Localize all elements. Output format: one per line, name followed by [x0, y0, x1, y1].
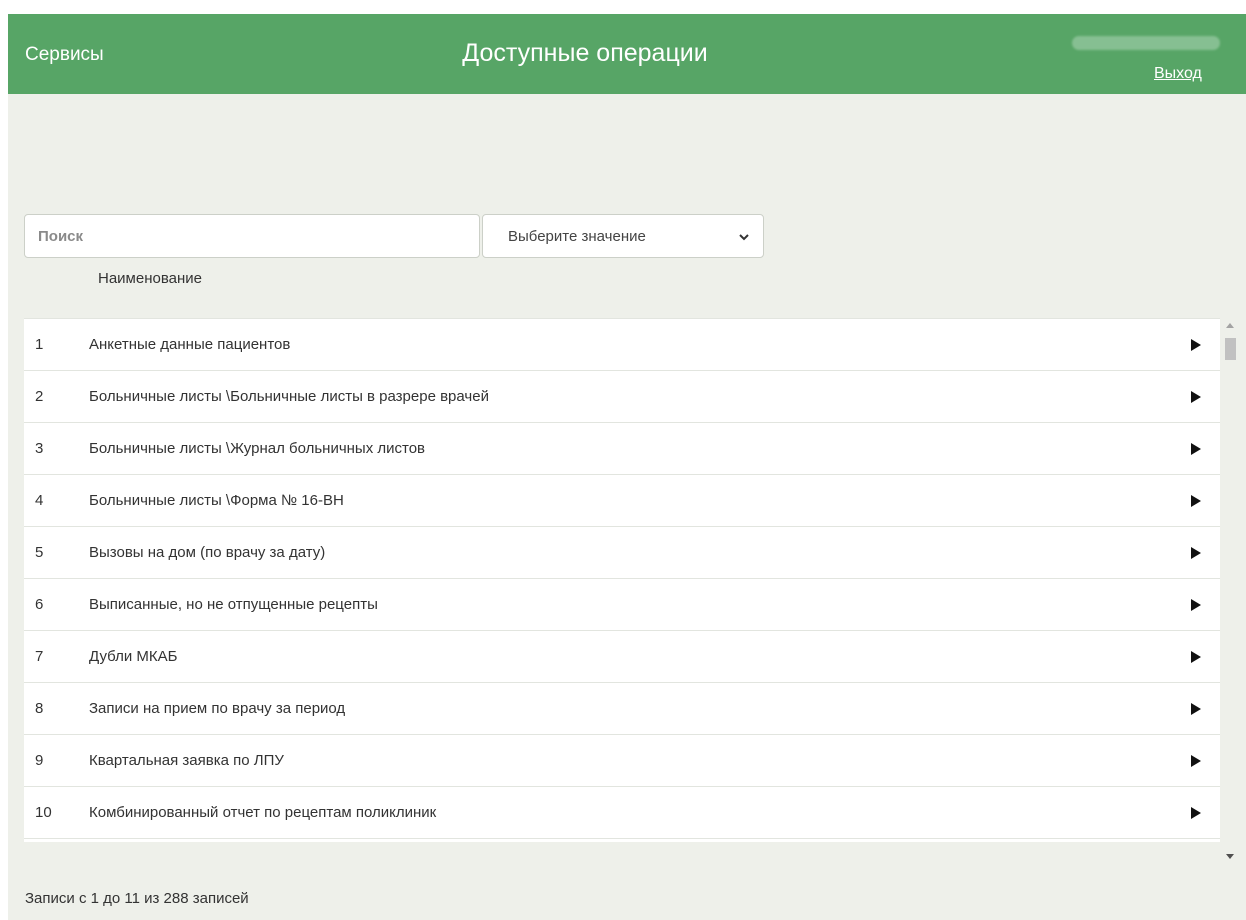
row-name: Больничные листы \Журнал больничных лист… [89, 440, 426, 457]
row-number: 10 [35, 804, 52, 821]
play-arrow-icon[interactable] [1191, 547, 1201, 559]
row-number: 9 [35, 752, 44, 769]
scroll-down-arrow-icon[interactable] [1226, 854, 1234, 860]
table-row[interactable]: 10 Комбинированный отчет по рецептам поли… [24, 787, 1220, 839]
row-number: 1 [35, 336, 44, 353]
table-row[interactable]: 5 Вызовы на дом (по врачу за дату) [24, 527, 1220, 579]
table-row[interactable]: 3 Больничные листы \Журнал больничных лис… [24, 423, 1220, 475]
operations-table: 1 Анкетные данные пациентов 2 Больничные ли… [24, 318, 1220, 842]
play-arrow-icon[interactable] [1191, 599, 1201, 611]
row-number: 7 [35, 648, 44, 665]
play-arrow-icon[interactable] [1191, 755, 1201, 767]
table-row[interactable]: 8 Записи на прием по врачу за период [24, 683, 1220, 735]
chevron-down-icon [739, 234, 749, 241]
filter-select-value: Выберите значение [508, 228, 646, 245]
page-title: Доступные операции [462, 39, 708, 67]
row-name: Анкетные данные пациентов [89, 336, 291, 353]
row-name: Вызовы на дом (по врачу за дату) [89, 544, 326, 561]
column-header-name: Наименование [98, 270, 202, 287]
page: Сервисы Доступные операции Выход Выберит… [8, 14, 1246, 920]
row-name: Комбинированный отчет по рецептам поликл… [89, 804, 437, 821]
scroll-up-arrow-icon[interactable] [1226, 322, 1234, 328]
records-info: Записи с 1 до 11 из 288 записей [25, 890, 249, 907]
table-row[interactable]: 2 Больничные листы \Больничные листы в ра… [24, 371, 1220, 423]
table-scrollbar[interactable] [1222, 318, 1238, 866]
table-row[interactable]: 4 Больничные листы \Форма № 16-ВН [24, 475, 1220, 527]
row-name: Выписанные, но не отпущенные рецепты [89, 596, 378, 613]
row-number: 8 [35, 700, 44, 717]
play-arrow-icon[interactable] [1191, 807, 1201, 819]
user-name-blurred [1072, 36, 1220, 50]
table-row[interactable]: 1 Анкетные данные пациентов [24, 319, 1220, 371]
play-arrow-icon[interactable] [1191, 443, 1201, 455]
row-name: Больничные листы \Форма № 16-ВН [89, 492, 344, 509]
play-arrow-icon[interactable] [1191, 651, 1201, 663]
row-number: 4 [35, 492, 44, 509]
row-number: 6 [35, 596, 44, 613]
header-bar: Сервисы Доступные операции Выход [8, 14, 1246, 94]
row-name: Квартальная заявка по ЛПУ [89, 752, 284, 769]
table-row[interactable]: 11Комбинированный отчет по рецептам поли… [24, 839, 1220, 842]
play-arrow-icon[interactable] [1191, 495, 1201, 507]
table-row[interactable]: 9 Квартальная заявка по ЛПУ [24, 735, 1220, 787]
table-row[interactable]: 6 Выписанные, но не отпущенные рецепты [24, 579, 1220, 631]
scroll-thumb[interactable] [1225, 338, 1236, 360]
table-row[interactable]: 7 Дубли МКАБ [24, 631, 1220, 683]
row-name: Больничные листы \Больничные листы в раз… [89, 388, 489, 405]
row-number: 3 [35, 440, 44, 457]
play-arrow-icon[interactable] [1191, 391, 1201, 403]
row-name: Дубли МКАБ [89, 648, 178, 665]
row-name: Записи на прием по врачу за период [89, 700, 346, 717]
filter-select[interactable]: Выберите значение [482, 214, 764, 258]
play-arrow-icon[interactable] [1191, 339, 1201, 351]
search-input[interactable] [24, 214, 480, 258]
row-number: 5 [35, 544, 44, 561]
play-arrow-icon[interactable] [1191, 703, 1201, 715]
row-number: 2 [35, 388, 44, 405]
logout-link[interactable]: Выход [1154, 65, 1202, 83]
